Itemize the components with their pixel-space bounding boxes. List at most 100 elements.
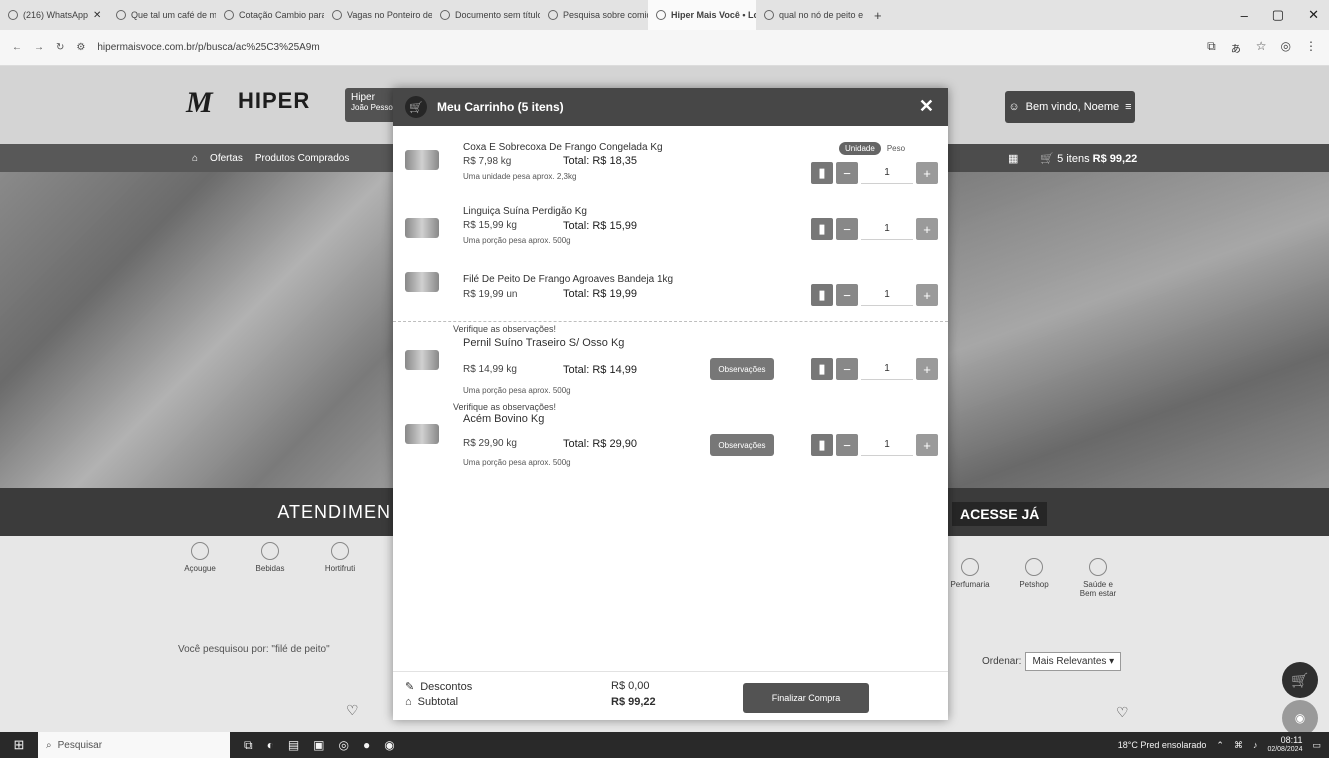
maximize-button[interactable]: ▢ — [1272, 7, 1284, 23]
browser-tab[interactable]: Cotação Cambio para R...✕ — [216, 0, 324, 30]
category-label: Hortifruti — [324, 564, 356, 573]
browser-tab[interactable]: qual no nó de peito e ...✕ — [756, 0, 864, 30]
trash-icon[interactable]: ▮ — [811, 162, 833, 184]
clock-date: 02/08/2024 — [1267, 746, 1303, 753]
reload-icon[interactable]: ↻ — [56, 42, 64, 53]
browser-tab[interactable]: Hiper Mais Você • Loja I...✕ — [648, 0, 756, 30]
home-icon[interactable]: ⌂ — [192, 153, 198, 164]
header-cart-button[interactable]: 🛒 5 itens R$ 99,22 — [1040, 152, 1137, 165]
decrement-button[interactable]: − — [836, 162, 858, 184]
observations-button[interactable]: Observações — [710, 434, 774, 456]
banner-right-cta[interactable]: ACESSE JÁ — [952, 502, 1048, 526]
menu-kebab-icon[interactable]: ⋮ — [1305, 39, 1317, 56]
taskbar-search[interactable]: ⌕ Pesquisar — [38, 732, 230, 758]
decrement-button[interactable]: − — [836, 218, 858, 240]
network-icon[interactable]: ⌘ — [1234, 740, 1243, 751]
favicon-icon — [440, 10, 450, 20]
banner-image-left[interactable] — [0, 172, 393, 488]
browser-tab[interactable]: Que tal um café de man✕ — [108, 0, 216, 30]
category-label: Perfumaria — [950, 580, 990, 589]
browser-tab[interactable]: Documento sem título✕ — [432, 0, 540, 30]
browser-tab[interactable]: Vagas no Ponteiro de ...✕ — [324, 0, 432, 30]
tab-label: Pesquisa sobre comida — [563, 10, 648, 20]
brand-name[interactable]: HIPER — [238, 88, 310, 114]
browser-tab[interactable]: (216) WhatsApp ✕ — [0, 0, 108, 30]
category-perfumaria[interactable]: Perfumaria — [950, 558, 990, 598]
increment-button[interactable]: + — [916, 358, 938, 380]
sort-select[interactable]: Mais Relevantes ▾ — [1025, 652, 1122, 671]
discount-row: ✎ Descontos — [405, 680, 472, 694]
floating-cart-icon[interactable]: 🛒 — [1282, 662, 1318, 698]
app-icon[interactable]: ◉ — [384, 738, 394, 753]
floating-chat-icon[interactable]: ◉ — [1282, 700, 1318, 732]
site-info-icon[interactable]: ⚙ — [76, 42, 85, 53]
close-icon[interactable]: ✕ — [919, 96, 934, 117]
product-total: Total: R$ 15,99 — [563, 220, 637, 232]
trash-icon[interactable]: ▮ — [811, 434, 833, 456]
quantity-value[interactable]: 1 — [861, 284, 913, 306]
welcome-label: Bem vindo, Noeme — [1025, 101, 1120, 113]
url-input[interactable]: hipermaisvoce.com.br/p/busca/ac%25C3%25A… — [97, 42, 319, 53]
category-bebidas[interactable]: Bebidas — [250, 542, 290, 573]
quantity-value[interactable]: 1 — [861, 434, 913, 456]
nav-produtos-comprados[interactable]: Produtos Comprados — [255, 153, 350, 164]
tray-chevron-icon[interactable]: ⌃ — [1216, 740, 1224, 751]
location-label: Hiper — [351, 92, 375, 103]
category-saude[interactable]: Saúde e Bem estar — [1078, 558, 1118, 598]
category-hortifruti[interactable]: Hortifruti — [320, 542, 360, 573]
back-icon[interactable]: ← — [12, 42, 22, 53]
windows-start-icon[interactable]: ⊞ — [0, 732, 38, 758]
volume-icon[interactable]: ♪ — [1253, 740, 1258, 750]
trash-icon[interactable]: ▮ — [811, 358, 833, 380]
chrome-icon[interactable]: ◎ — [339, 738, 349, 753]
translate-icon[interactable]: ぁ — [1230, 39, 1242, 56]
observation-warning: Verifique as observações! — [453, 402, 557, 412]
os-taskbar: ⊞ ⌕ Pesquisar ⧉ ◐ ▤ ▣ ◎ ● ◉ 18°C Pred en… — [0, 732, 1329, 758]
trash-icon[interactable]: ▮ — [811, 218, 833, 240]
increment-button[interactable]: + — [916, 284, 938, 306]
store-icon[interactable]: ▣ — [313, 738, 324, 753]
decrement-button[interactable]: − — [836, 284, 858, 306]
increment-button[interactable]: + — [916, 434, 938, 456]
quantity-value[interactable]: 1 — [861, 218, 913, 240]
nav-ofertas[interactable]: Ofertas — [210, 153, 243, 164]
new-tab-button[interactable]: + — [864, 8, 892, 23]
decrement-button[interactable]: − — [836, 434, 858, 456]
screenshot-icon[interactable]: ⧉ — [1207, 39, 1216, 56]
banner-image-right[interactable] — [948, 172, 1329, 488]
product-price: R$ 19,99 un — [463, 289, 518, 300]
bookmark-star-icon[interactable]: ☆ — [1256, 39, 1267, 56]
brand-logo[interactable]: M — [186, 86, 213, 120]
tab-label: Hiper Mais Você • Loja I... — [671, 10, 756, 20]
finish-purchase-button[interactable]: Finalizar Compra — [743, 683, 869, 713]
increment-button[interactable]: + — [916, 162, 938, 184]
cart-title: Meu Carrinho (5 itens) — [437, 100, 564, 114]
profile-icon[interactable]: ◎ — [1281, 39, 1291, 56]
file-explorer-icon[interactable]: ▤ — [288, 738, 299, 753]
decrement-button[interactable]: − — [836, 358, 858, 380]
clock[interactable]: 08:11 02/08/2024 — [1267, 735, 1302, 755]
observations-button[interactable]: Observações — [710, 358, 774, 380]
heart-icon[interactable]: ♡ — [1116, 704, 1129, 721]
quantity-stepper: ▮ − 1 + — [811, 284, 938, 306]
category-petshop[interactable]: Petshop — [1014, 558, 1054, 598]
category-acougue[interactable]: Açougue — [180, 542, 220, 573]
quantity-value[interactable]: 1 — [861, 358, 913, 380]
calendar-icon[interactable]: ▦ — [1008, 152, 1018, 165]
increment-button[interactable]: + — [916, 218, 938, 240]
search-icon: ⌕ — [46, 739, 52, 751]
notifications-icon[interactable]: ▭ — [1312, 740, 1321, 751]
close-window-button[interactable]: ✕ — [1308, 7, 1319, 23]
app-icon[interactable]: ● — [363, 738, 370, 753]
heart-icon[interactable]: ♡ — [346, 702, 359, 719]
browser-tab[interactable]: Pesquisa sobre comida✕ — [540, 0, 648, 30]
forward-icon[interactable]: → — [34, 42, 44, 53]
tab-close-icon[interactable]: ✕ — [93, 10, 101, 21]
task-view-icon[interactable]: ⧉ — [244, 738, 253, 753]
trash-icon[interactable]: ▮ — [811, 284, 833, 306]
edge-icon[interactable]: ◐ — [267, 738, 274, 753]
weather-widget[interactable]: 18°C Pred ensolarado — [1118, 740, 1207, 750]
user-menu-button[interactable]: ☺ Bem vindo, Noeme ≡ — [1005, 91, 1135, 123]
minimize-button[interactable]: – — [1241, 8, 1248, 23]
quantity-value[interactable]: 1 — [861, 162, 913, 184]
